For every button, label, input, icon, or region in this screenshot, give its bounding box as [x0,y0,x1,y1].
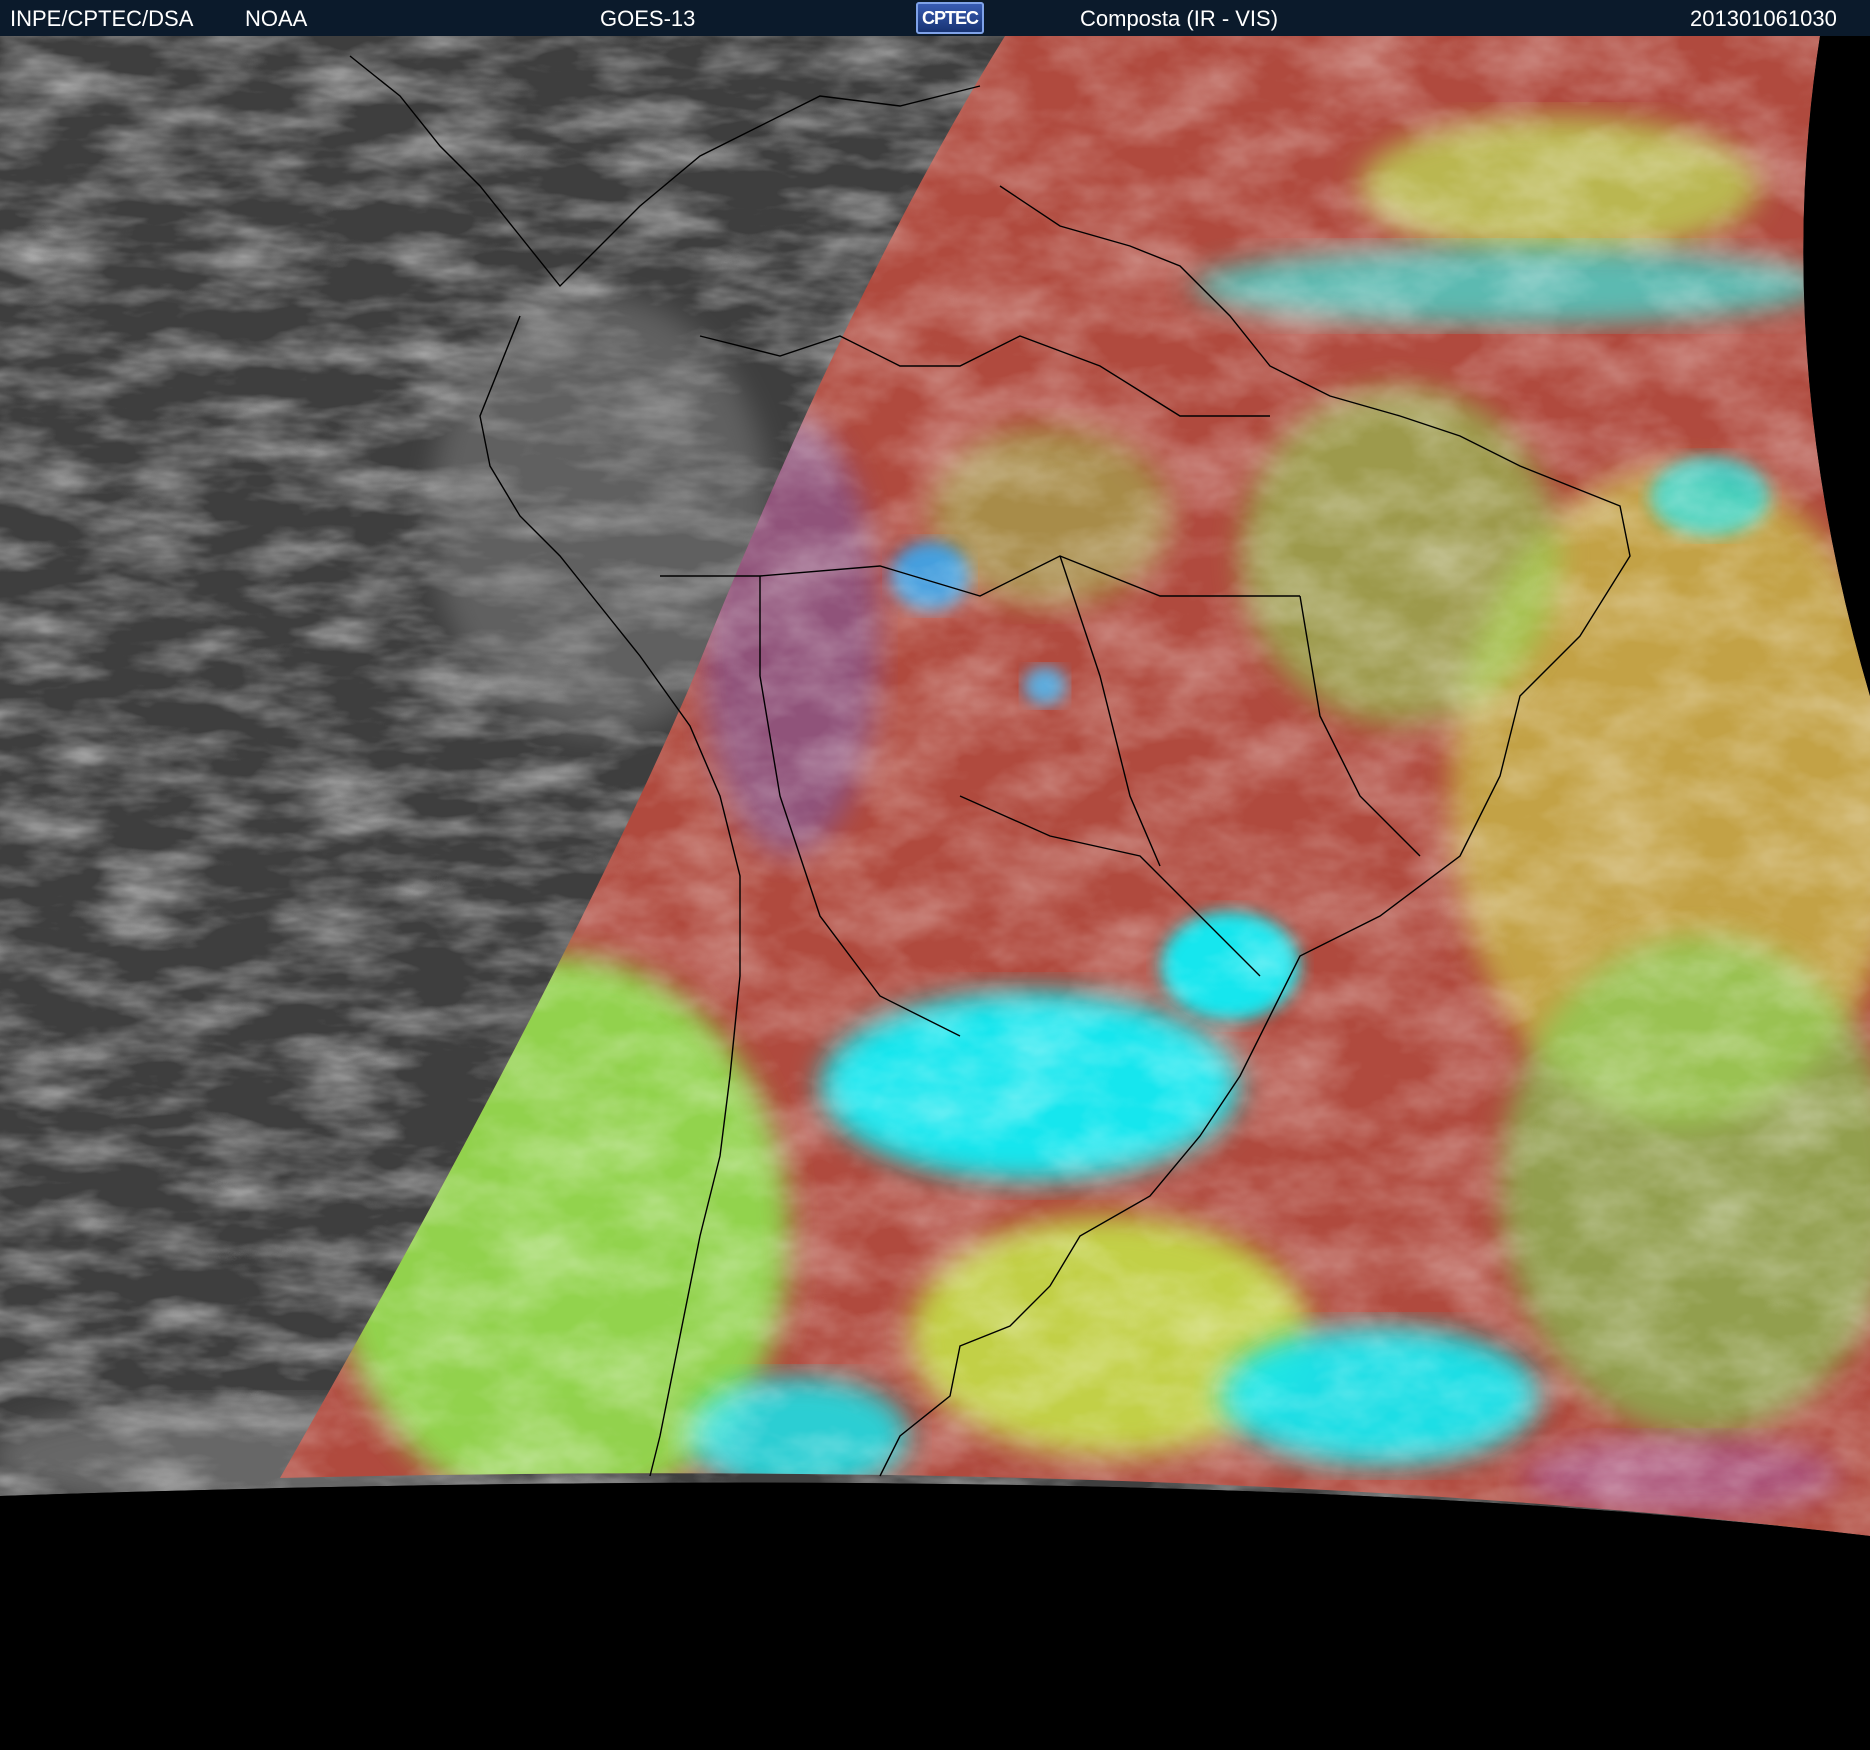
product-label: Composta (IR - VIS) [1080,6,1279,31]
satellite-image [0,36,1870,1750]
partner-label: NOAA [245,6,308,31]
satellite-composite [0,36,1870,1750]
satellite-label: GOES-13 [600,6,696,31]
off-disk-bottom [0,1482,1870,1750]
cptec-logo: CPTEC [916,2,984,34]
timestamp-label: 201301061030 [1690,6,1837,31]
image-header-bar: INPE/CPTEC/DSA NOAA GOES-13 CPTEC Compos… [0,0,1870,36]
agency-label: INPE/CPTEC/DSA [10,6,194,31]
